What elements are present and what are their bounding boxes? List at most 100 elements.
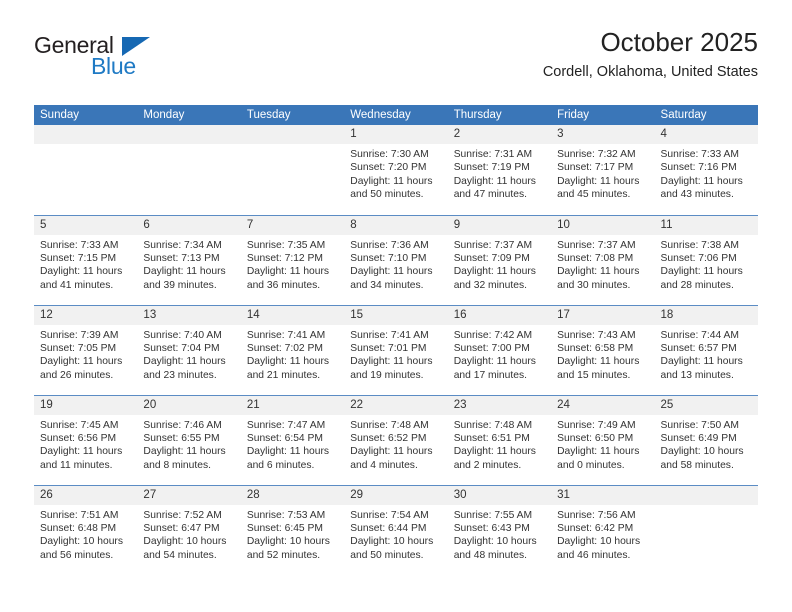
day-details: Sunrise: 7:56 AM Sunset: 6:42 PM Daylight:… [551,505,654,563]
daylight-duration-line2: and 6 minutes. [246,459,315,471]
calendar-day-cell[interactable]: 1 Sunrise: 7:30 AM Sunset: 7:20 PM Daylight… [344,125,448,215]
weekday-header-friday: Friday [551,105,655,125]
calendar-day-cell[interactable]: 2 Sunrise: 7:31 AM Sunset: 7:19 PM Daylight… [447,125,552,215]
page-masthead: General Blue October 2025 Cordell, Oklah… [34,27,758,96]
day-details: Sunrise: 7:31 AM Sunset: 7:19 PM Daylight:… [448,144,551,202]
sunset-time: Sunset: 6:52 PM [350,432,427,444]
calendar-day-cell[interactable]: 28 Sunrise: 7:53 AM Sunset: 6:45 PM Dayligh… [240,484,345,575]
calendar-day-cell[interactable]: 21 Sunrise: 7:47 AM Sunset: 6:54 PM Dayligh… [240,394,345,485]
daylight-duration-line1: Daylight: 11 hours [453,356,536,368]
calendar-day-cell[interactable]: 26 Sunrise: 7:51 AM Sunset: 6:48 PM Dayligh… [34,484,138,575]
calendar-day-cell[interactable]: 13 Sunrise: 7:40 AM Sunset: 7:04 PM Dayligh… [137,304,241,395]
sunrise-time: Sunrise: 7:35 AM [246,239,326,251]
day-number: 24 [551,395,655,415]
sunrise-time: Sunrise: 7:33 AM [40,239,119,251]
sunrise-time: Sunrise: 7:45 AM [40,419,119,431]
sunset-time: Sunset: 7:16 PM [660,162,737,174]
calendar-day-cell[interactable]: 18 Sunrise: 7:44 AM Sunset: 6:57 PM Dayligh… [654,304,758,395]
calendar-day-cell[interactable]: 3 Sunrise: 7:32 AM Sunset: 7:17 PM Daylight… [551,125,655,215]
calendar-day-cell[interactable]: 6 Sunrise: 7:34 AM Sunset: 7:13 PM Daylight… [137,214,241,305]
sunset-time: Sunset: 6:57 PM [660,342,737,354]
day-number: 16 [447,305,552,325]
day-details: Sunrise: 7:37 AM Sunset: 7:09 PM Daylight:… [448,235,551,293]
calendar-day-cell[interactable]: 4 Sunrise: 7:33 AM Sunset: 7:16 PM Daylight… [654,125,758,215]
day-details: Sunrise: 7:45 AM Sunset: 6:56 PM Daylight:… [34,415,137,473]
day-box: 25 Sunrise: 7:50 AM Sunset: 6:49 PM Dayligh… [654,395,758,485]
calendar-day-cell[interactable]: 31 Sunrise: 7:56 AM Sunset: 6:42 PM Dayligh… [551,484,655,575]
day-box: 29 Sunrise: 7:54 AM Sunset: 6:44 PM Dayligh… [344,485,448,575]
sunrise-time: Sunrise: 7:41 AM [246,329,326,341]
weekday-header-tuesday: Tuesday [240,105,345,125]
calendar-day-cell[interactable]: 9 Sunrise: 7:37 AM Sunset: 7:09 PM Daylight… [447,214,552,305]
sunset-time: Sunset: 7:02 PM [246,342,323,354]
calendar-day-cell[interactable]: 27 Sunrise: 7:52 AM Sunset: 6:47 PM Dayligh… [137,484,241,575]
daylight-duration-line2: and 13 minutes. [660,369,734,381]
daylight-duration-line2: and 50 minutes. [350,549,424,561]
calendar-day-cell[interactable]: 24 Sunrise: 7:49 AM Sunset: 6:50 PM Dayligh… [551,394,655,485]
sunset-time: Sunset: 6:44 PM [350,522,427,534]
calendar-week-row: 12 Sunrise: 7:39 AM Sunset: 7:05 PM Dayligh… [34,304,758,395]
daylight-duration-line1: Daylight: 11 hours [557,446,640,458]
calendar-day-cell[interactable]: 30 Sunrise: 7:55 AM Sunset: 6:43 PM Dayligh… [447,484,552,575]
calendar-day-cell[interactable]: 8 Sunrise: 7:36 AM Sunset: 7:10 PM Daylight… [344,214,448,305]
day-box: 31 Sunrise: 7:56 AM Sunset: 6:42 PM Dayligh… [551,485,655,575]
calendar-week-row: 26 Sunrise: 7:51 AM Sunset: 6:48 PM Dayligh… [34,484,758,575]
day-details: Sunrise: 7:43 AM Sunset: 6:58 PM Daylight:… [551,325,654,383]
daylight-duration-line1: Daylight: 11 hours [660,266,743,278]
day-box: 4 Sunrise: 7:33 AM Sunset: 7:16 PM Daylight… [654,125,758,215]
calendar-day-cell[interactable]: 16 Sunrise: 7:42 AM Sunset: 7:00 PM Dayligh… [447,304,552,395]
calendar-day-cell[interactable]: 14 Sunrise: 7:41 AM Sunset: 7:02 PM Dayligh… [240,304,345,395]
daylight-duration-line1: Daylight: 11 hours [350,175,433,187]
daylight-duration-line2: and 17 minutes. [453,369,527,381]
day-details: Sunrise: 7:41 AM Sunset: 7:01 PM Daylight:… [344,325,447,383]
day-details: Sunrise: 7:51 AM Sunset: 6:48 PM Daylight:… [34,505,137,563]
sunrise-time: Sunrise: 7:37 AM [453,239,533,251]
calendar-day-cell[interactable]: 12 Sunrise: 7:39 AM Sunset: 7:05 PM Dayligh… [34,304,138,395]
sunset-time: Sunset: 7:04 PM [143,342,220,354]
calendar-day-cell[interactable]: 19 Sunrise: 7:45 AM Sunset: 6:56 PM Dayligh… [34,394,138,485]
calendar-cell-empty [240,125,345,215]
day-details: Sunrise: 7:38 AM Sunset: 7:06 PM Daylight:… [655,235,758,293]
daylight-duration-line1: Daylight: 10 hours [350,536,434,548]
day-box: 5 Sunrise: 7:33 AM Sunset: 7:15 PM Daylight… [34,215,138,305]
day-box: 6 Sunrise: 7:34 AM Sunset: 7:13 PM Daylight… [137,215,241,305]
day-box: 13 Sunrise: 7:40 AM Sunset: 7:04 PM Dayligh… [137,305,241,395]
sunset-time: Sunset: 6:55 PM [143,432,220,444]
daylight-duration-line2: and 54 minutes. [143,549,217,561]
daylight-duration-line1: Daylight: 11 hours [246,356,330,368]
day-number: 10 [551,215,655,235]
weekday-header-wednesday: Wednesday [344,105,448,125]
calendar-day-cell[interactable]: 29 Sunrise: 7:54 AM Sunset: 6:44 PM Dayligh… [344,484,448,575]
sunset-time: Sunset: 6:47 PM [143,522,220,534]
day-box: 22 Sunrise: 7:48 AM Sunset: 6:52 PM Dayligh… [344,395,448,485]
calendar-day-cell[interactable]: 11 Sunrise: 7:38 AM Sunset: 7:06 PM Dayligh… [654,214,758,305]
daylight-duration-line2: and 52 minutes. [246,549,321,561]
calendar-day-cell[interactable]: 15 Sunrise: 7:41 AM Sunset: 7:01 PM Dayligh… [344,304,448,395]
day-details: Sunrise: 7:40 AM Sunset: 7:04 PM Daylight:… [137,325,240,383]
calendar-day-cell[interactable]: 5 Sunrise: 7:33 AM Sunset: 7:15 PM Daylight… [34,214,138,305]
calendar-day-cell[interactable]: 20 Sunrise: 7:46 AM Sunset: 6:55 PM Dayligh… [137,394,241,485]
daylight-duration-line2: and 46 minutes. [557,549,631,561]
sunrise-time: Sunrise: 7:49 AM [557,419,636,431]
weekday-header-thursday: Thursday [447,105,552,125]
calendar-day-cell[interactable]: 10 Sunrise: 7:37 AM Sunset: 7:08 PM Dayligh… [551,214,655,305]
day-number: 3 [551,125,655,144]
day-box [654,485,758,575]
daylight-duration-line1: Daylight: 11 hours [143,356,226,368]
daylight-duration-line2: and 45 minutes. [557,189,631,201]
calendar-day-cell[interactable]: 17 Sunrise: 7:43 AM Sunset: 6:58 PM Dayligh… [551,304,655,395]
calendar-day-cell[interactable]: 25 Sunrise: 7:50 AM Sunset: 6:49 PM Dayligh… [654,394,758,485]
day-number: 13 [137,305,241,325]
calendar-day-cell[interactable]: 7 Sunrise: 7:35 AM Sunset: 7:12 PM Daylight… [240,214,345,305]
day-box: 3 Sunrise: 7:32 AM Sunset: 7:17 PM Daylight… [551,125,655,215]
general-blue-logo[interactable]: General Blue [34,34,224,90]
daylight-duration-line2: and 58 minutes. [660,459,734,471]
daylight-duration-line2: and 4 minutes. [350,459,418,471]
calendar-day-cell[interactable]: 23 Sunrise: 7:48 AM Sunset: 6:51 PM Dayligh… [447,394,552,485]
calendar-day-cell[interactable]: 22 Sunrise: 7:48 AM Sunset: 6:52 PM Dayligh… [344,394,448,485]
day-number: 26 [34,485,138,505]
daylight-duration-line2: and 43 minutes. [660,189,734,201]
daylight-duration-line2: and 41 minutes. [40,279,114,291]
daylight-duration-line1: Daylight: 10 hours [453,536,537,548]
daylight-duration-line2: and 15 minutes. [557,369,631,381]
